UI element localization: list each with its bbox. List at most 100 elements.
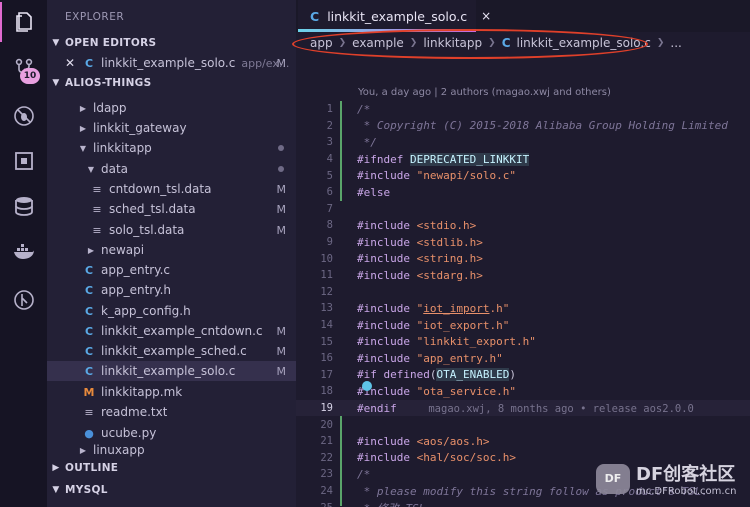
line-text: #include <hal/soc/soc.h> xyxy=(357,451,516,465)
tree-item-newapi[interactable]: ▶ newapi xyxy=(47,240,296,260)
watermark: DF DF创客社区 mc.DFRobot.com.cn xyxy=(596,460,736,497)
tree-item-k-app-config[interactable]: C k_app_config.h xyxy=(47,301,296,321)
code-line[interactable]: 9 #include <stdlib.h> xyxy=(296,234,750,251)
tree-item-linkkit-gateway[interactable]: ▶ linkkit_gateway xyxy=(47,118,296,138)
tree-item-solo-tsl[interactable]: ≡ solo_tsl.data M xyxy=(47,220,296,240)
breadcrumb-item-more[interactable]: ... xyxy=(670,36,681,50)
line-number: 16 xyxy=(320,352,333,365)
git-graph-icon[interactable] xyxy=(0,280,47,320)
database-icon[interactable] xyxy=(0,186,47,226)
line-number: 24 xyxy=(320,485,333,498)
breadcrumb-item-app[interactable]: app xyxy=(310,36,333,50)
outline-section[interactable]: ▶ OUTLINE xyxy=(47,458,296,478)
explorer-sidebar: EXPLORER ▼ OPEN EDITORS ✕ C linkkit_exam… xyxy=(47,0,296,507)
line-number: 22 xyxy=(320,451,333,464)
breadcrumb-item-linkkitapp[interactable]: linkkitapp xyxy=(423,36,482,50)
workspace-section[interactable]: ▼ ALIOS-THINGS xyxy=(47,73,296,93)
line-text: #ifndef DEPRECATED_LINKKIT xyxy=(357,152,530,166)
codelens-blame[interactable]: You, a day ago | 2 authors (magao.xwj an… xyxy=(358,87,611,98)
tree-item-app-entry-c[interactable]: C app_entry.c xyxy=(47,260,296,280)
open-editor-item[interactable]: ✕ C linkkit_example_solo.c app/ex... M xyxy=(47,53,296,73)
editor-area: C linkkit_example_solo.c × app ❯ example… xyxy=(292,0,750,507)
code-line[interactable]: 1 /* xyxy=(296,101,750,118)
c-file-icon: C xyxy=(310,8,320,24)
tree-item-readme[interactable]: ≡ readme.txt xyxy=(47,402,296,422)
code-line[interactable]: 21 #include <aos/aos.h> xyxy=(296,433,750,450)
mysql-section[interactable]: ▼ MYSQL xyxy=(47,480,296,500)
tree-item-app-entry-h[interactable]: C app_entry.h xyxy=(47,280,296,300)
tree-item-ucube-py[interactable]: ● ucube.py xyxy=(47,423,296,443)
inline-blame: magao.xwj, 8 months ago • release aos2.0… xyxy=(396,402,694,415)
docker-icon[interactable] xyxy=(0,232,47,272)
file-lines-icon: ≡ xyxy=(84,405,94,419)
line-number: 23 xyxy=(320,468,333,481)
code-line[interactable]: 13 #include "iot_import.h" xyxy=(296,300,750,317)
tree-item-example-sched[interactable]: C linkkit_example_sched.c M xyxy=(47,341,296,361)
line-number: 25 xyxy=(296,502,333,507)
activity-bar: 10 xyxy=(0,0,47,507)
code-line[interactable]: 10 #include <string.h> xyxy=(296,250,750,267)
close-icon[interactable]: ✕ xyxy=(63,56,77,70)
debug-icon[interactable] xyxy=(0,96,47,136)
line-number: 4 xyxy=(326,153,333,166)
code-line[interactable]: 5 #include "newapi/solo.c" xyxy=(296,167,750,184)
line-text: */ xyxy=(357,135,377,149)
code-line[interactable]: 15 #include "linkkit_export.h" xyxy=(296,333,750,350)
code-line[interactable]: 7 xyxy=(296,201,750,218)
file-lines-icon: ≡ xyxy=(92,202,102,216)
code-line[interactable]: 12 xyxy=(296,284,750,301)
code-line[interactable]: 20 xyxy=(296,416,750,433)
code-line[interactable]: 3 */ xyxy=(296,134,750,151)
code-line[interactable]: 2 * Copyright (C) 2015-2018 Alibaba Grou… xyxy=(296,118,750,135)
chevron-down-icon: ▼ xyxy=(79,143,87,153)
line-number: 3 xyxy=(326,136,333,149)
line-number: 10 xyxy=(320,252,333,265)
extensions-icon[interactable] xyxy=(0,141,47,181)
line-text: #include <stdlib.h> xyxy=(357,235,483,249)
line-number: 7 xyxy=(326,202,333,215)
tree-item-linkkitapp-mk[interactable]: M linkkitapp.mk xyxy=(47,382,296,402)
tree-item-example-cntdown[interactable]: C linkkit_example_cntdown.c M xyxy=(47,321,296,341)
line-text: * Copyright (C) 2015-2018 Alibaba Group … xyxy=(357,119,728,133)
line-text: #include <aos/aos.h> xyxy=(357,434,490,448)
tab-linkkit-example-solo[interactable]: C linkkit_example_solo.c × xyxy=(298,0,491,32)
code-line[interactable]: 25 * 修改 TSL xyxy=(296,499,750,507)
code-line[interactable]: 8 #include <stdio.h> xyxy=(296,217,750,234)
line-number: 14 xyxy=(320,319,333,332)
chevron-right-icon: ❯ xyxy=(338,38,347,48)
line-number: 12 xyxy=(320,285,333,298)
line-number: 20 xyxy=(320,418,333,431)
code-line[interactable]: 19 #endif magao.xwj, 8 months ago • relea… xyxy=(296,399,750,417)
tree-item-sched-tsl[interactable]: ≡ sched_tsl.data M xyxy=(47,199,296,219)
tree-item-data[interactable]: ▼ data xyxy=(47,159,296,179)
tree-item-ldapp[interactable]: ▶ ldapp xyxy=(47,98,296,118)
tree-item-cntdown-tsl[interactable]: ≡ cntdown_tsl.data M xyxy=(47,179,296,199)
close-icon[interactable]: × xyxy=(481,9,491,23)
code-line[interactable]: 6 #else xyxy=(296,184,750,201)
c-file-icon: C xyxy=(84,304,94,318)
breadcrumb-item-file[interactable]: linkkit_example_solo.c xyxy=(517,36,651,50)
open-editors-section[interactable]: ▼ OPEN EDITORS xyxy=(47,33,296,53)
python-file-icon: ● xyxy=(84,426,94,440)
code-line[interactable]: 11 #include <stdarg.h> xyxy=(296,267,750,284)
line-text: #include <stdarg.h> xyxy=(357,268,483,282)
code-line[interactable]: 14 #include "iot_export.h" xyxy=(296,317,750,334)
c-file-icon: C xyxy=(84,364,94,378)
tree-item-example-solo[interactable]: C linkkit_example_solo.c M xyxy=(47,361,296,381)
makefile-icon: M xyxy=(83,385,95,399)
explorer-icon[interactable] xyxy=(0,2,47,42)
code-line[interactable]: 4 #ifndef DEPRECATED_LINKKIT xyxy=(296,151,750,168)
c-file-icon: C xyxy=(84,263,94,277)
line-number: 5 xyxy=(326,169,333,182)
breadcrumb-item-example[interactable]: example xyxy=(352,36,404,50)
code-line[interactable]: 16 #include "app_entry.h" xyxy=(296,350,750,367)
c-file-icon: C xyxy=(501,36,511,50)
chevron-right-icon: ▶ xyxy=(79,123,87,133)
tree-item-linuxapp[interactable]: ▶ linuxapp xyxy=(47,442,296,458)
line-text: /* xyxy=(357,467,371,481)
line-number: 2 xyxy=(326,119,333,132)
line-text: #include "newapi/solo.c" xyxy=(357,169,516,183)
line-number: 15 xyxy=(320,335,333,348)
chevron-right-icon: ❯ xyxy=(488,38,496,48)
tree-item-linkkitapp[interactable]: ▼ linkkitapp xyxy=(47,138,296,158)
